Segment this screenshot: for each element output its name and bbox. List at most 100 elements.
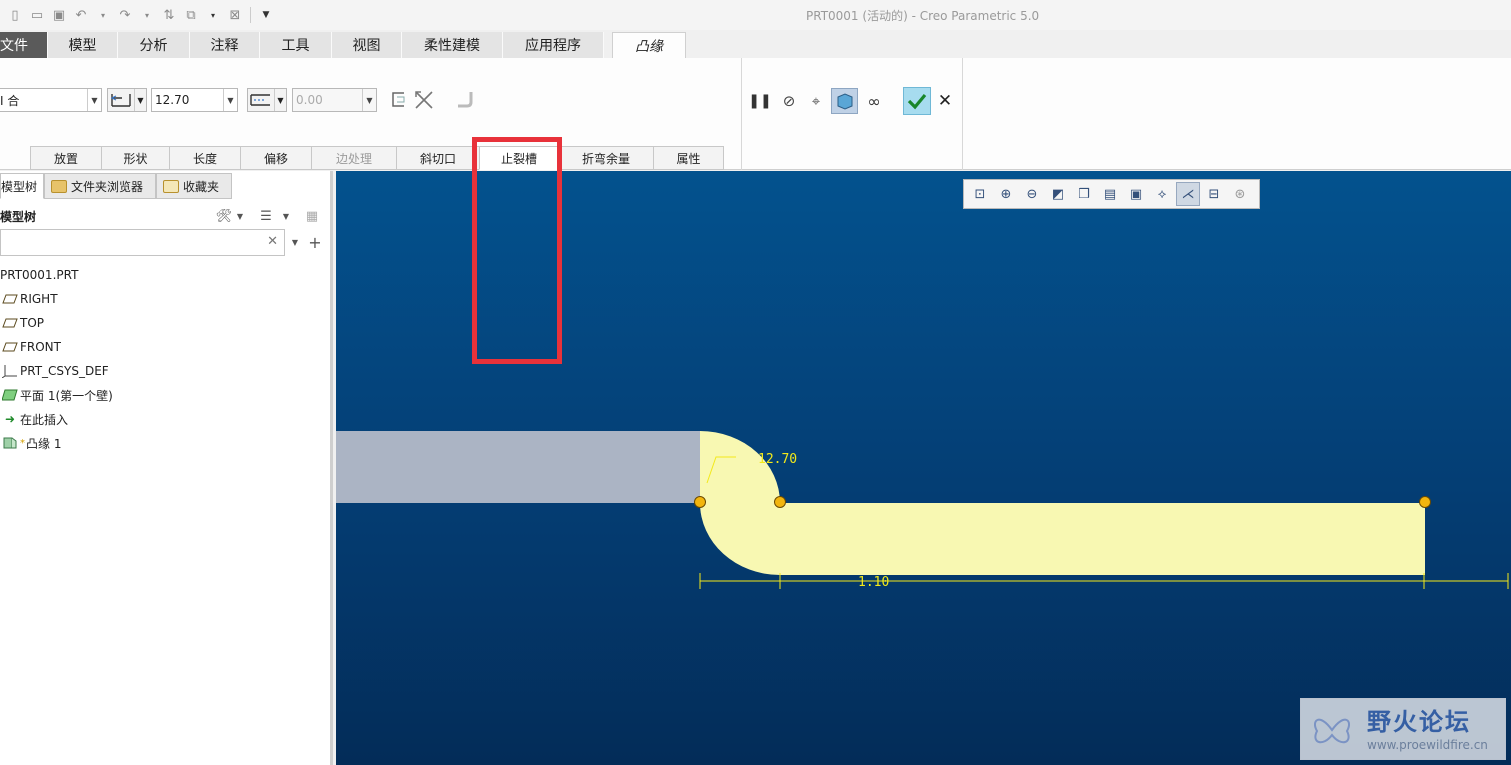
length-value-field[interactable]: 12.70 ▼ — [151, 88, 238, 112]
flip-thickness-icon[interactable] — [412, 88, 436, 112]
save-icon[interactable]: ▣ — [50, 6, 68, 24]
tab-annotate-label: 注释 — [210, 38, 239, 54]
favorites-icon — [163, 179, 179, 193]
offset-value-field[interactable]: 0.00 ▼ — [292, 88, 377, 112]
undo-dropdown-icon[interactable]: ▾ — [94, 6, 112, 24]
navigator-panel: 模型树 文件夹浏览器 收藏夹 模型树 🛠 ▼ ☰ ▼ ▦ ✕ ▼ + PRT00… — [0, 171, 333, 765]
filter-icon[interactable]: ▦ — [302, 206, 322, 226]
subtab-offset[interactable]: 偏移 — [240, 146, 311, 170]
close-window-icon[interactable]: ⊠ — [226, 6, 244, 24]
no-preview-icon[interactable]: ⊘ — [777, 89, 801, 113]
new-icon[interactable]: ▯ — [6, 6, 24, 24]
subtab-label: 折弯余量 — [581, 151, 630, 166]
title-bar: ▯ ▭ ▣ ↶ ▾ ↷ ▾ ⇅ ⧉ ▾ ⊠ ▼ PRT0001 (活动的) - … — [0, 0, 1511, 30]
subtab-label: 长度 — [192, 151, 217, 166]
chevron-down-icon[interactable]: ▼ — [362, 89, 376, 111]
tab-tools[interactable]: 工具 — [260, 32, 332, 58]
windows-dropdown-icon[interactable]: ▾ — [204, 6, 222, 24]
tab-tools-label: 工具 — [281, 38, 310, 54]
chevron-down-icon[interactable]: ▼ — [274, 89, 286, 111]
tab-analysis[interactable]: 分析 — [118, 32, 190, 58]
verify-icon[interactable]: ⌖ — [804, 89, 828, 113]
tab-model[interactable]: 模型 — [48, 32, 118, 58]
add-bend-icon[interactable] — [453, 88, 477, 112]
separator — [250, 7, 251, 23]
glasses-icon[interactable]: ∞ — [862, 89, 886, 113]
chevron-down-icon[interactable]: ▼ — [223, 89, 237, 111]
tree-item-label: RIGHT — [20, 292, 58, 306]
tree-item-top[interactable]: TOP — [0, 311, 330, 335]
highlight-annotation — [472, 137, 562, 364]
drag-handle[interactable] — [774, 496, 786, 508]
folder-icon — [51, 179, 67, 193]
first-wall — [336, 431, 700, 503]
tree-item-flange[interactable]: * 凸缘 1 — [0, 431, 330, 455]
forum-watermark: 野火论坛 www.proewildfire.cn — [1300, 698, 1506, 760]
chevron-down-icon[interactable]: ▼ — [230, 206, 250, 226]
tree-item-planar-wall[interactable]: 平面 1(第一个壁) — [0, 383, 330, 407]
regenerate-icon[interactable]: ⇅ — [160, 6, 178, 24]
tab-flexible-modeling[interactable]: 柔性建模 — [402, 32, 503, 58]
preview-icon[interactable] — [831, 88, 858, 114]
feature-subtabs: 放置 形状 长度 偏移 边处理 斜切口 止裂槽 折弯余量 属性 — [30, 146, 724, 170]
nav-tab-folder-browser[interactable]: 文件夹浏览器 — [44, 173, 156, 199]
show-icon[interactable]: ☰ — [256, 206, 276, 226]
pause-icon[interactable]: ❚❚ — [748, 89, 772, 113]
subtab-label: 边处理 — [335, 151, 372, 166]
clear-icon[interactable]: ✕ — [267, 234, 278, 249]
flange-icon — [0, 435, 20, 451]
subtab-label: 形状 — [123, 151, 148, 166]
tree-item-right[interactable]: RIGHT — [0, 287, 330, 311]
cancel-button[interactable]: ✕ — [933, 89, 957, 113]
shape-combo-value: I 合 — [0, 93, 20, 108]
open-icon[interactable]: ▭ — [28, 6, 46, 24]
chevron-down-icon[interactable]: ▼ — [276, 206, 296, 226]
length-type-dropdown[interactable]: ▼ — [107, 88, 147, 112]
tree-item-part[interactable]: PRT0001.PRT — [0, 263, 330, 287]
nav-tab-model-tree[interactable]: 模型树 — [0, 173, 44, 199]
subtab-edge-treatment[interactable]: 边处理 — [311, 146, 396, 170]
chevron-down-icon[interactable]: ▼ — [134, 89, 146, 111]
subtab-shape[interactable]: 形状 — [101, 146, 169, 170]
subtab-length[interactable]: 长度 — [169, 146, 240, 170]
tab-file[interactable]: 文件 — [0, 32, 48, 58]
chevron-down-icon[interactable]: ▼ — [285, 232, 305, 252]
tab-view[interactable]: 视图 — [332, 32, 402, 58]
customize-icon[interactable]: ▼ — [257, 6, 275, 24]
offset-type-dropdown[interactable]: ▼ — [247, 88, 287, 112]
tree-search-input[interactable]: ✕ — [0, 229, 285, 256]
shape-combo[interactable]: I 合 ▼ — [0, 88, 102, 112]
subtab-bend-allowance[interactable]: 折弯余量 — [558, 146, 653, 170]
tab-flange[interactable]: 凸缘 — [612, 32, 686, 58]
drag-handle[interactable] — [1419, 496, 1431, 508]
length-value: 12.70 — [155, 93, 190, 107]
insert-here-icon: ➜ — [4, 412, 16, 426]
radius-dimension: 12.70 — [758, 452, 797, 467]
chevron-down-icon[interactable]: ▼ — [87, 89, 101, 111]
tab-annotate[interactable]: 注释 — [190, 32, 260, 58]
add-icon[interactable]: + — [305, 232, 325, 252]
nav-tab-favorites[interactable]: 收藏夹 — [156, 173, 232, 199]
subtab-properties[interactable]: 属性 — [653, 146, 724, 170]
redo-dropdown-icon[interactable]: ▾ — [138, 6, 156, 24]
tree-item-label: 在此插入 — [20, 412, 69, 427]
subtab-miter-cuts[interactable]: 斜切口 — [396, 146, 479, 170]
tree-item-label: 平面 1(第一个壁) — [20, 388, 113, 403]
drag-handle[interactable] — [694, 496, 706, 508]
tab-applications[interactable]: 应用程序 — [503, 32, 604, 58]
redo-icon[interactable]: ↷ — [116, 6, 134, 24]
subtab-placement[interactable]: 放置 — [30, 146, 101, 170]
tree-item-label: TOP — [20, 316, 45, 330]
flip-side-icon[interactable] — [387, 88, 411, 112]
ok-button[interactable] — [903, 87, 931, 115]
windows-icon[interactable]: ⧉ — [182, 6, 200, 24]
tree-item-csys[interactable]: PRT_CSYS_DEF — [0, 359, 330, 383]
tab-view-label: 视图 — [352, 38, 381, 54]
tree-item-front[interactable]: FRONT — [0, 335, 330, 359]
planar-wall-icon — [0, 387, 20, 403]
undo-icon[interactable]: ↶ — [72, 6, 90, 24]
subtab-label: 偏移 — [263, 151, 288, 166]
datum-plane-icon — [0, 339, 20, 355]
tree-item-insert-here[interactable]: ➜ 在此插入 — [0, 407, 330, 431]
length-type-icon — [110, 94, 131, 107]
